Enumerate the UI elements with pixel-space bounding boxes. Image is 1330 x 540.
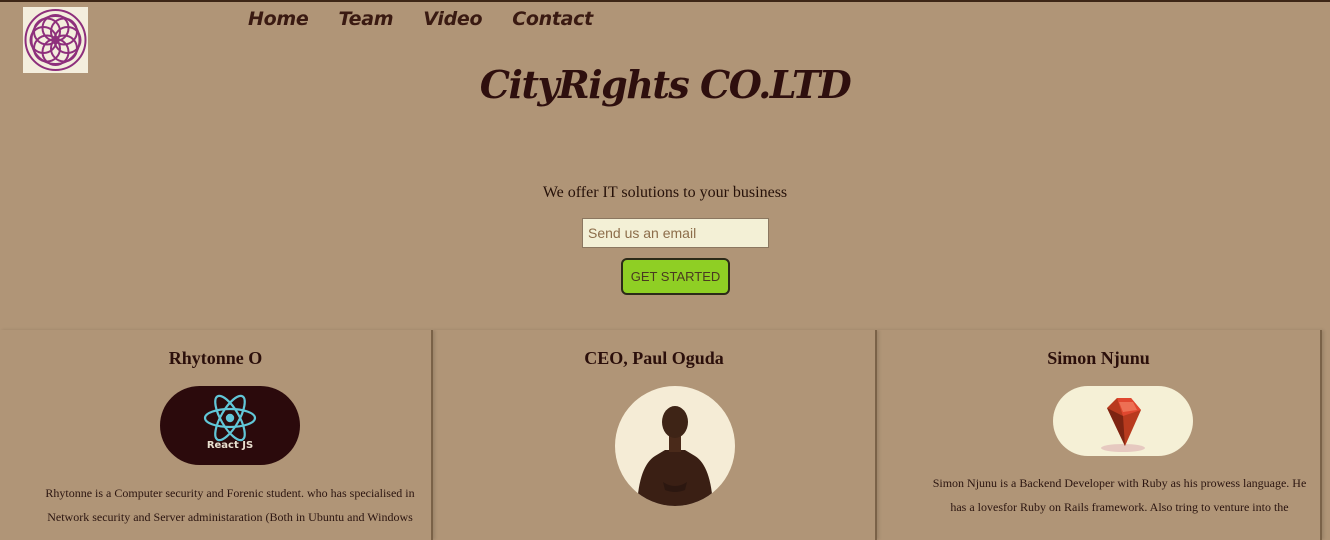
main-nav: Home Team Video Contact [248,8,623,30]
member-bio: Simon Njunu is a Backend Developer with … [917,471,1322,519]
member-bio: Rhytonne is a Computer security and Fore… [40,481,420,529]
team-card-paul: CEO, Paul Oguda [433,330,877,540]
nav-home[interactable]: Home [248,8,309,30]
get-started-button[interactable]: GET STARTED [621,258,730,295]
nav-team[interactable]: Team [338,8,393,30]
ruby-badge [1053,386,1193,456]
member-name: CEO, Paul Oguda [584,348,724,368]
bio-line: has a lovesfor Ruby on Rails framework. … [950,500,1289,514]
bio-line: Rhytonne is a Computer security and Fore… [45,486,415,500]
nav-video[interactable]: Video [423,8,482,30]
email-input[interactable]: Send us an email [582,218,769,248]
react-badge-label: React JS [206,440,254,451]
site-title: CityRights CO.LTD [479,62,852,107]
bio-line: Simon Njunu is a Backend Developer with … [932,476,1307,490]
person-photo-icon [615,386,735,506]
ruby-gem-icon [1101,398,1145,452]
bio-line: Network security and Server administarat… [47,510,413,524]
nav-contact[interactable]: Contact [512,8,593,30]
member-name: Rhytonne O [168,348,263,368]
person-photo [637,406,713,506]
tagline: We offer IT solutions to your business [542,184,788,201]
team-card-rhytonne: Rhytonne O React JS Rhytonne is a Comput… [0,330,433,540]
team-card-simon: Simon Njunu Simon Njunu is a Backend Dev… [877,330,1322,540]
member-name: Simon Njunu [1047,348,1150,368]
react-badge: React JS [160,386,300,465]
